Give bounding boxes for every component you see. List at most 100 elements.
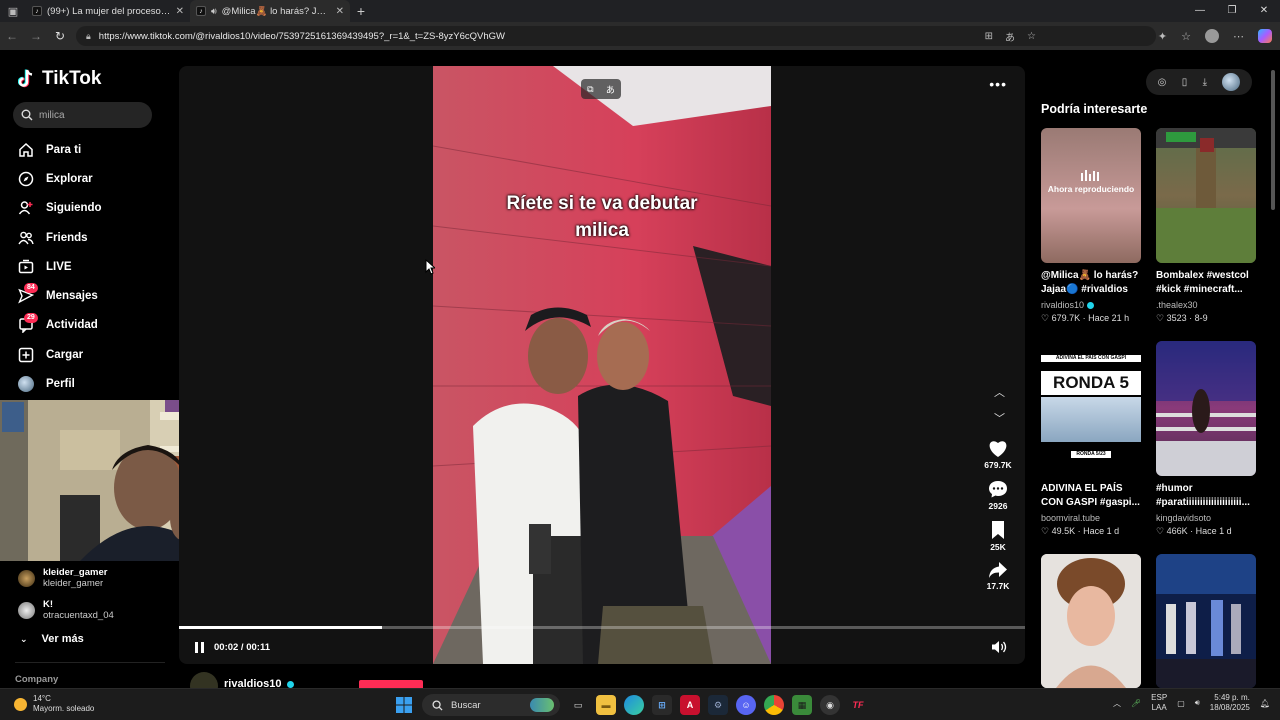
- reload-icon[interactable]: ↻: [48, 29, 72, 43]
- nav-label: Para ti: [46, 143, 82, 156]
- more-options-icon[interactable]: •••: [989, 76, 1007, 92]
- search-box[interactable]: [13, 102, 152, 128]
- file-explorer-icon[interactable]: ▬: [596, 695, 616, 715]
- window-controls: — ❐ ✕: [1184, 0, 1280, 22]
- nav-item-actividad[interactable]: 29 Actividad: [0, 311, 170, 340]
- system-clock[interactable]: 5:49 p. m. 18/08/2025: [1210, 693, 1250, 713]
- translate-icon[interactable]: あ: [606, 83, 615, 96]
- browser-tab-2[interactable]: ♪ 🔊︎ @Milica🧸 lo harás? Jajaa🔵 ✕: [190, 0, 350, 22]
- video-thumbnail[interactable]: [1041, 554, 1141, 688]
- search-highlight-icon: [530, 698, 554, 712]
- video-author-row[interactable]: rivaldios10: [190, 672, 295, 688]
- video-thumbnail[interactable]: [1156, 128, 1256, 263]
- nav-item-para-ti[interactable]: Para ti: [0, 135, 170, 164]
- recommended-video-card[interactable]: [1156, 554, 1256, 688]
- search-input[interactable]: [39, 109, 139, 121]
- device-icon[interactable]: ▯: [1182, 77, 1188, 88]
- nav-item-cargar[interactable]: Cargar: [0, 340, 170, 369]
- discord-icon[interactable]: ☺: [736, 695, 756, 715]
- back-icon[interactable]: ←: [0, 29, 24, 43]
- download-icon[interactable]: ⤓: [1203, 77, 1207, 88]
- tab-actions-icon[interactable]: ▣: [0, 0, 26, 22]
- tiktok-logo[interactable]: TikTok: [18, 68, 101, 90]
- red-app-icon[interactable]: A: [680, 695, 700, 715]
- follow-button[interactable]: [359, 680, 423, 688]
- nav-item-explorar[interactable]: Explorar: [0, 164, 170, 193]
- language-indicator[interactable]: ESP LAA: [1151, 693, 1167, 713]
- steam-icon[interactable]: ⚙: [708, 695, 728, 715]
- site-info-icon[interactable]: 🔒︎: [86, 31, 91, 42]
- windows-start-icon[interactable]: [394, 695, 414, 715]
- recommended-video-card[interactable]: Bombalex #westcol #kick #minecraft... .t…: [1156, 128, 1256, 324]
- volume-icon[interactable]: 🔊︎: [1195, 698, 1200, 708]
- pause-icon[interactable]: [195, 641, 204, 653]
- video-frame[interactable]: ⧉ あ Ríete si te va debutar milica: [433, 66, 771, 664]
- settings-more-icon[interactable]: ⋯: [1233, 30, 1244, 43]
- recommended-video-card[interactable]: [1041, 554, 1141, 688]
- progress-bar[interactable]: [179, 626, 1025, 629]
- browser-tab-1[interactable]: ♪ (99+) La mujer del proceso: valor ✕: [26, 0, 190, 22]
- account-name: kleider_gamer: [43, 567, 108, 578]
- copilot-icon[interactable]: [1258, 29, 1272, 43]
- minimize-icon[interactable]: —: [1184, 0, 1216, 22]
- tiktok-studio-icon[interactable]: TF: [848, 695, 868, 715]
- close-window-icon[interactable]: ✕: [1248, 0, 1280, 22]
- tab-close-icon[interactable]: ✕: [176, 6, 184, 17]
- user-avatar[interactable]: [1222, 73, 1241, 91]
- nav-item-friends[interactable]: Friends: [0, 223, 170, 252]
- obs-icon[interactable]: ◉: [820, 695, 840, 715]
- weather-widget[interactable]: 14°C Mayorm. soleado: [14, 694, 94, 714]
- minecraft-icon[interactable]: ▦: [792, 695, 812, 715]
- share-action[interactable]: 17.7K: [983, 561, 1013, 591]
- network-icon[interactable]: ▢: [1177, 699, 1185, 708]
- taskbar-search[interactable]: Buscar: [422, 694, 560, 716]
- previous-video-icon[interactable]: ︿: [994, 384, 1005, 400]
- apps-icon[interactable]: ⊞: [985, 31, 993, 42]
- video-player[interactable]: ⧉ あ Ríete si te va debutar milica ••• ︿ …: [179, 66, 1025, 664]
- store-icon[interactable]: ⊞: [652, 695, 672, 715]
- video-thumbnail[interactable]: Ahora reproduciendo: [1041, 128, 1141, 263]
- tray-expand-icon[interactable]: ︿: [1113, 698, 1121, 709]
- chrome-icon[interactable]: [764, 695, 784, 715]
- tab-audio-icon[interactable]: 🔊︎: [211, 6, 217, 17]
- translate-icon[interactable]: あ: [1005, 29, 1015, 44]
- recommended-video-card[interactable]: Ahora reproduciendo @Milica🧸 lo harás? J…: [1041, 128, 1141, 324]
- url-field[interactable]: 🔒︎ https://www.tiktok.com/@rivaldios10/v…: [76, 26, 1156, 46]
- favorite-star-icon[interactable]: ☆: [1027, 31, 1036, 42]
- notifications-icon[interactable]: 🔔︎: [1260, 699, 1270, 708]
- like-action[interactable]: 679.7K: [983, 440, 1013, 470]
- tab-close-icon[interactable]: ✕: [336, 6, 344, 17]
- page-scrollbar[interactable]: [1271, 70, 1275, 210]
- video-thumbnail[interactable]: [1156, 341, 1256, 476]
- new-tab-button[interactable]: +: [350, 3, 372, 19]
- microphone-icon[interactable]: 🎤︎: [1131, 699, 1141, 708]
- video-thumbnail[interactable]: [1156, 554, 1256, 688]
- edge-browser-icon[interactable]: [624, 695, 644, 715]
- nav-item-perfil[interactable]: Perfil: [0, 369, 170, 398]
- pip-icon[interactable]: ⧉: [587, 84, 593, 95]
- favorites-icon[interactable]: ☆: [1181, 30, 1191, 43]
- forward-icon[interactable]: →: [24, 29, 48, 43]
- playback-controls: 00:02 / 00:11: [179, 634, 1025, 660]
- comment-action[interactable]: 2926: [983, 479, 1013, 511]
- volume-icon[interactable]: [991, 640, 1007, 659]
- nav-item-live[interactable]: LIVE: [0, 252, 170, 281]
- friends-icon: [18, 230, 34, 246]
- extensions-icon[interactable]: ✦: [1158, 30, 1167, 43]
- company-link[interactable]: Company: [15, 674, 58, 685]
- coins-icon[interactable]: ◎: [1158, 77, 1167, 88]
- browser-profile-avatar[interactable]: [1205, 29, 1219, 43]
- save-action[interactable]: 25K: [983, 520, 1013, 552]
- nav-item-mensajes[interactable]: 84 Mensajes: [0, 281, 170, 310]
- see-more-button[interactable]: ⌄ Ver más: [0, 626, 170, 652]
- nav-label: Mensajes: [46, 290, 98, 303]
- video-thumbnail[interactable]: ADIVINA EL PAÍS CON GASPI RONDA 5 RONDA …: [1041, 341, 1141, 476]
- recommended-video-card[interactable]: #humor #paratiiiiiiiiiiiiiiiiiiii... kin…: [1156, 341, 1256, 537]
- task-view-icon[interactable]: ▭: [568, 695, 588, 715]
- following-account[interactable]: K! otracuentaxd_04: [0, 594, 170, 626]
- recommended-video-card[interactable]: ADIVINA EL PAÍS CON GASPI RONDA 5 RONDA …: [1041, 341, 1141, 537]
- following-account[interactable]: kleider_gamer kleider_gamer: [0, 562, 170, 594]
- next-video-icon[interactable]: ﹀: [994, 410, 1005, 426]
- nav-item-siguiendo[interactable]: Siguiendo: [0, 194, 170, 223]
- maximize-icon[interactable]: ❐: [1216, 0, 1248, 22]
